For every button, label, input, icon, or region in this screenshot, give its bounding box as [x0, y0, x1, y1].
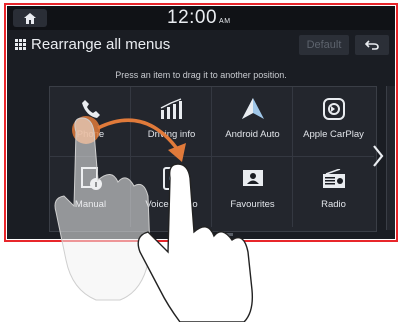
menu-item-voice-memo[interactable]: Voice memo	[131, 157, 212, 227]
menu-item-favourites[interactable]: Favourites	[212, 157, 293, 227]
menu-item-phone[interactable]: Phone	[50, 87, 131, 157]
menu-item-apple-carplay[interactable]: Apple CarPlay	[293, 87, 374, 157]
next-page-preview	[386, 86, 395, 230]
menu-item-driving-info[interactable]: Driving info	[131, 87, 212, 157]
voice-memo-icon	[158, 165, 186, 193]
menu-item-label: Apple CarPlay	[303, 129, 364, 140]
back-button[interactable]	[355, 35, 389, 55]
driving-info-icon	[158, 95, 186, 123]
clock-ampm: AM	[219, 18, 231, 25]
manual-icon	[77, 165, 105, 193]
menu-item-radio[interactable]: Radio	[293, 157, 374, 227]
clock-time: 12:00	[167, 7, 218, 28]
menu-item-label: Android Auto	[225, 129, 280, 140]
head-unit-screen: 12:00 AM Rearrange all menus Default Pres…	[7, 6, 395, 239]
grid-icon	[15, 39, 26, 50]
menu-item-label: Phone	[76, 129, 105, 140]
clock: 12:00 AM	[167, 7, 231, 29]
chevron-right-icon[interactable]	[371, 144, 385, 168]
home-button[interactable]	[13, 9, 47, 27]
menu-item-android-auto[interactable]: Android Auto	[212, 87, 293, 157]
title-bar: Rearrange all menus Default	[7, 32, 395, 58]
default-button[interactable]: Default	[299, 35, 349, 55]
menu-grid: Phone Driving info Android Auto Apple Ca…	[49, 86, 377, 232]
favourites-icon	[239, 165, 267, 193]
phone-icon	[77, 95, 105, 123]
page-title: Rearrange all menus	[31, 36, 171, 53]
radio-icon	[320, 165, 348, 193]
menu-item-label: Driving info	[147, 129, 196, 140]
page-indicator	[197, 233, 233, 236]
home-icon	[24, 12, 36, 24]
apple-carplay-icon	[320, 95, 348, 123]
menu-item-label: Manual	[74, 199, 107, 210]
menu-item-label: Radio	[321, 199, 346, 210]
instruction-text: Press an item to drag it to another posi…	[115, 70, 287, 80]
android-auto-icon	[239, 95, 267, 123]
status-bar: 12:00 AM	[7, 6, 395, 30]
back-arrow-icon	[365, 40, 379, 50]
menu-item-label: Favourites	[230, 199, 275, 210]
menu-item-label: Voice memo	[145, 199, 198, 210]
menu-item-manual[interactable]: Manual	[50, 157, 131, 227]
